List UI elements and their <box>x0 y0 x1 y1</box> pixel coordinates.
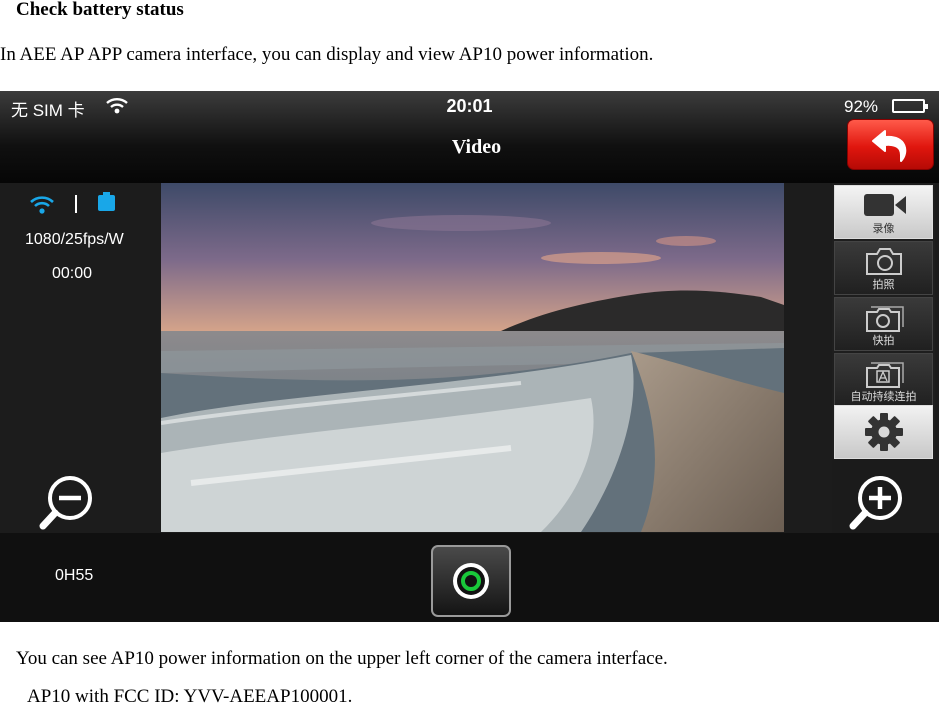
zoom-out-icon[interactable] <box>38 473 100 531</box>
battery-icon <box>98 192 115 211</box>
wifi-icon <box>30 196 54 214</box>
mode-burst[interactable]: 快拍 <box>834 297 933 351</box>
ios-status-bar: 无 SIM 卡 20:01 92% <box>0 91 939 120</box>
gear-icon <box>864 413 903 451</box>
battery-remaining-time: 0H55 <box>55 567 94 584</box>
intro-paragraph: In AEE AP APP camera interface, you can … <box>0 44 654 65</box>
section-heading: Check battery status <box>16 0 184 20</box>
caption-paragraph: You can see AP10 power information on th… <box>16 648 668 669</box>
record-button[interactable] <box>431 545 511 617</box>
back-button[interactable] <box>847 119 934 170</box>
info-separator <box>75 195 77 213</box>
record-time: 00:00 <box>52 265 93 282</box>
mode-label: 快拍 <box>872 335 895 347</box>
undo-arrow-icon <box>871 129 906 162</box>
preview-right-margin <box>784 183 832 533</box>
status-battery-icon <box>892 99 928 113</box>
zoom-in-icon[interactable] <box>848 473 910 531</box>
record-button-icon <box>453 563 489 599</box>
beach-preview-image <box>161 215 784 532</box>
mode-label: 拍照 <box>872 279 895 291</box>
camera-preview <box>161 183 784 532</box>
mode-auto-burst[interactable]: 自动持续连拍 <box>834 353 933 407</box>
photo-camera-icon <box>866 248 902 275</box>
status-time: 20:01 <box>446 96 493 116</box>
page-title: Video <box>451 136 502 158</box>
auto-burst-camera-icon <box>866 362 904 388</box>
camera-app-screenshot: 无 SIM 卡 20:01 92% Video 1080/25fps/W 00:… <box>0 91 939 622</box>
mode-video[interactable]: 录像 <box>834 185 933 239</box>
top-bar: 无 SIM 卡 20:01 92% Video <box>0 91 939 183</box>
settings-button[interactable] <box>834 405 933 459</box>
video-camera-icon <box>864 194 906 216</box>
resolution-label: 1080/25fps/W <box>25 231 124 248</box>
status-battery-percent: 92% <box>844 97 879 116</box>
mode-label: 录像 <box>872 223 895 235</box>
burst-camera-icon <box>866 306 904 332</box>
mode-photo[interactable]: 拍照 <box>834 241 933 295</box>
mode-label: 自动持续连拍 <box>850 391 917 403</box>
